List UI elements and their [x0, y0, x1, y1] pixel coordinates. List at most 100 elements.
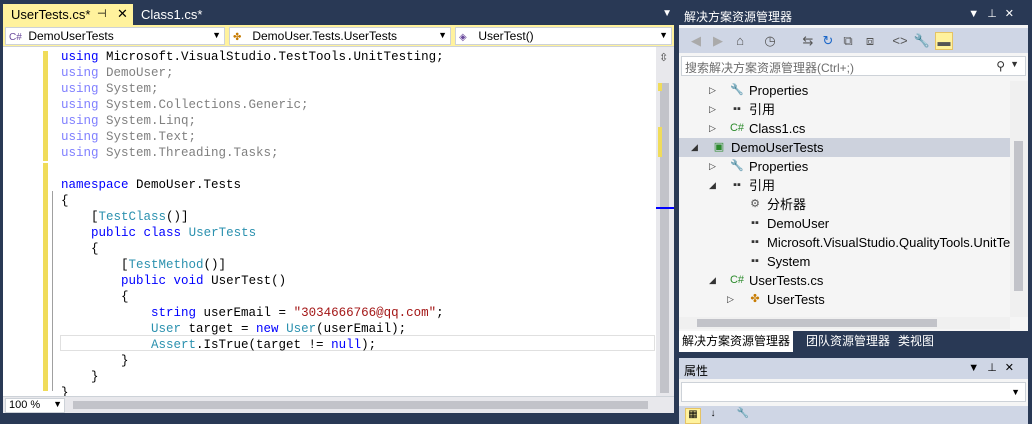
code-line: using Microsoft.VisualStudio.TestTools.U…	[61, 49, 444, 65]
tree-node[interactable]: ▷ C# Class1.cs	[679, 119, 1010, 138]
csharp-file-icon: C#	[729, 274, 745, 286]
code-token: {	[61, 242, 99, 256]
pin-icon[interactable]: ⊥	[987, 8, 1005, 20]
home-icon[interactable]: ⌂	[731, 32, 749, 50]
code-line: using System.Collections.Generic;	[61, 97, 309, 113]
tree-node-label: DemoUserTests	[731, 140, 824, 155]
code-token: class	[143, 226, 182, 240]
back-icon[interactable]: ◀	[687, 32, 705, 50]
collapsed-arrow-icon[interactable]: ▷	[709, 81, 719, 100]
code-line: }	[61, 369, 99, 385]
project-name: DemoUserTests	[28, 29, 114, 43]
code-token: User	[151, 322, 182, 336]
code-line: public class UserTests	[61, 225, 256, 241]
collapsed-arrow-icon[interactable]: ▷	[709, 157, 719, 176]
code-token: target =	[181, 322, 257, 336]
alphabetical-icon[interactable]: ↓	[705, 408, 721, 424]
scrollbar-thumb[interactable]	[697, 319, 937, 327]
refresh-icon[interactable]: ↻	[819, 32, 837, 50]
close-icon[interactable]: ✕	[1005, 8, 1022, 20]
wrench-icon[interactable]: 🔧	[735, 408, 751, 424]
scrollbar-thumb[interactable]	[73, 401, 648, 409]
wrench-icon: 🔧	[730, 84, 744, 96]
type-dropdown[interactable]: ✤ DemoUser.Tests.UserTests ▼	[229, 27, 451, 45]
code-line: using System.Linq;	[61, 113, 196, 129]
tab-class-view[interactable]: 类视图	[895, 331, 937, 352]
horizontal-scrollbar[interactable]	[73, 401, 653, 410]
tab-usertests-cs[interactable]: UserTests.cs* ⊣ ✕	[3, 4, 133, 25]
tree-node[interactable]: ⚙ 分析器	[679, 195, 1010, 214]
tree-node[interactable]: ▪▪ DemoUser	[679, 214, 1010, 233]
tree-node-label: UserTests.cs	[749, 273, 824, 288]
code-line: }	[61, 385, 69, 396]
panel-title-bar: 属性 ▼⊥✕	[679, 358, 1028, 379]
pin-icon[interactable]: ⊥	[987, 362, 1005, 374]
code-text-area[interactable]: using Microsoft.VisualStudio.TestTools.U…	[3, 47, 674, 396]
categorized-icon[interactable]: ▦	[685, 408, 701, 424]
tab-label: Class1.cs*	[141, 7, 203, 22]
zoom-dropdown[interactable]: 100 % ▼	[5, 398, 65, 413]
code-token: TestClass	[98, 210, 167, 224]
code-token: using	[61, 66, 99, 80]
project-dropdown[interactable]: C# DemoUserTests ▼	[5, 27, 225, 45]
analyzer-icon: ⚙	[750, 198, 760, 210]
expanded-arrow-icon[interactable]: ◢	[691, 138, 701, 157]
code-token: ()]	[166, 210, 189, 224]
view-code-icon[interactable]: <>	[891, 32, 909, 50]
code-token: (userEmail);	[316, 322, 407, 336]
member-name: UserTest()	[478, 29, 534, 43]
properties-wrench-icon[interactable]: 🔧	[913, 32, 931, 50]
code-token: UserTest()	[203, 274, 287, 288]
forward-icon[interactable]: ▶	[709, 32, 727, 50]
collapse-all-icon[interactable]: ⧉	[839, 32, 857, 50]
member-dropdown[interactable]: ◈ UserTest() ▼	[455, 27, 672, 45]
pin-icon[interactable]: ⊣	[97, 7, 107, 20]
scrollbar-thumb[interactable]	[1014, 141, 1023, 291]
code-token: {	[61, 290, 129, 304]
chevron-down-icon[interactable]: ▼	[1010, 59, 1019, 69]
collapsed-arrow-icon[interactable]: ▷	[709, 100, 719, 119]
code-editor: UserTests.cs* ⊣ ✕ Class1.cs* ▼ C# DemoUs…	[0, 0, 677, 424]
tree-node[interactable]: ▷ 🔧 Properties	[679, 157, 1010, 176]
outline-guide	[52, 191, 53, 391]
close-icon[interactable]: ✕	[117, 6, 128, 22]
sync-icon[interactable]: ⇆	[799, 32, 817, 50]
solution-search-input[interactable]: 搜索解决方案资源管理器(Ctrl+;) ⚲ ▼	[681, 56, 1026, 76]
code-token: ()]	[203, 258, 227, 272]
search-icon[interactable]: ⚲	[996, 59, 1005, 73]
preview-icon[interactable]: ▬	[935, 32, 953, 50]
tree-node[interactable]: ◢ ▪▪ 引用	[679, 176, 1010, 195]
history-icon[interactable]: ◷	[761, 32, 779, 50]
tree-node[interactable]: ▪▪ Microsoft.VisualStudio.QualityTools.Un…	[679, 233, 1010, 252]
tab-class1-cs[interactable]: Class1.cs*	[133, 4, 203, 25]
tree-node[interactable]: ▷ 🔧 Properties	[679, 81, 1010, 100]
dropdown-icon[interactable]: ▼	[968, 362, 987, 374]
tree-node[interactable]: ▷ ✤ UserTests	[679, 290, 1010, 309]
tab-solution-explorer[interactable]: 解决方案资源管理器	[679, 331, 794, 352]
tab-overflow-icon[interactable]: ▼	[662, 8, 672, 19]
tree-node[interactable]: ▷ ▪▪ 引用	[679, 100, 1010, 119]
tree-node[interactable]: ◢ C# UserTests.cs	[679, 271, 1010, 290]
dropdown-icon[interactable]: ▼	[968, 8, 987, 20]
code-token: System.Threading.Tasks;	[98, 146, 279, 160]
collapsed-arrow-icon[interactable]: ▷	[709, 119, 719, 138]
code-token: }	[61, 386, 69, 396]
tree-node[interactable]: ▪▪ System	[679, 252, 1010, 271]
code-line: string userEmail = "3034666766@qq.com";	[61, 305, 444, 321]
show-all-files-icon[interactable]: ⧈	[861, 32, 879, 50]
vertical-scrollbar[interactable]	[1010, 81, 1028, 317]
collapsed-arrow-icon[interactable]: ▷	[727, 290, 737, 309]
split-icon[interactable]: ⇳	[659, 51, 668, 64]
close-icon[interactable]: ✕	[1005, 362, 1022, 374]
tree-node-label: DemoUser	[767, 216, 830, 231]
code-line: using System.Threading.Tasks;	[61, 145, 279, 161]
expanded-arrow-icon[interactable]: ◢	[709, 176, 719, 195]
object-selector[interactable]: ▼	[681, 382, 1026, 402]
tree-node[interactable]: ◢ ▣ DemoUserTests	[679, 138, 1010, 157]
tab-team-explorer[interactable]: 团队资源管理器	[803, 331, 893, 352]
vertical-scrollbar[interactable]: ⇳	[656, 47, 674, 396]
expanded-arrow-icon[interactable]: ◢	[709, 271, 719, 290]
horizontal-scrollbar[interactable]	[679, 317, 1010, 329]
